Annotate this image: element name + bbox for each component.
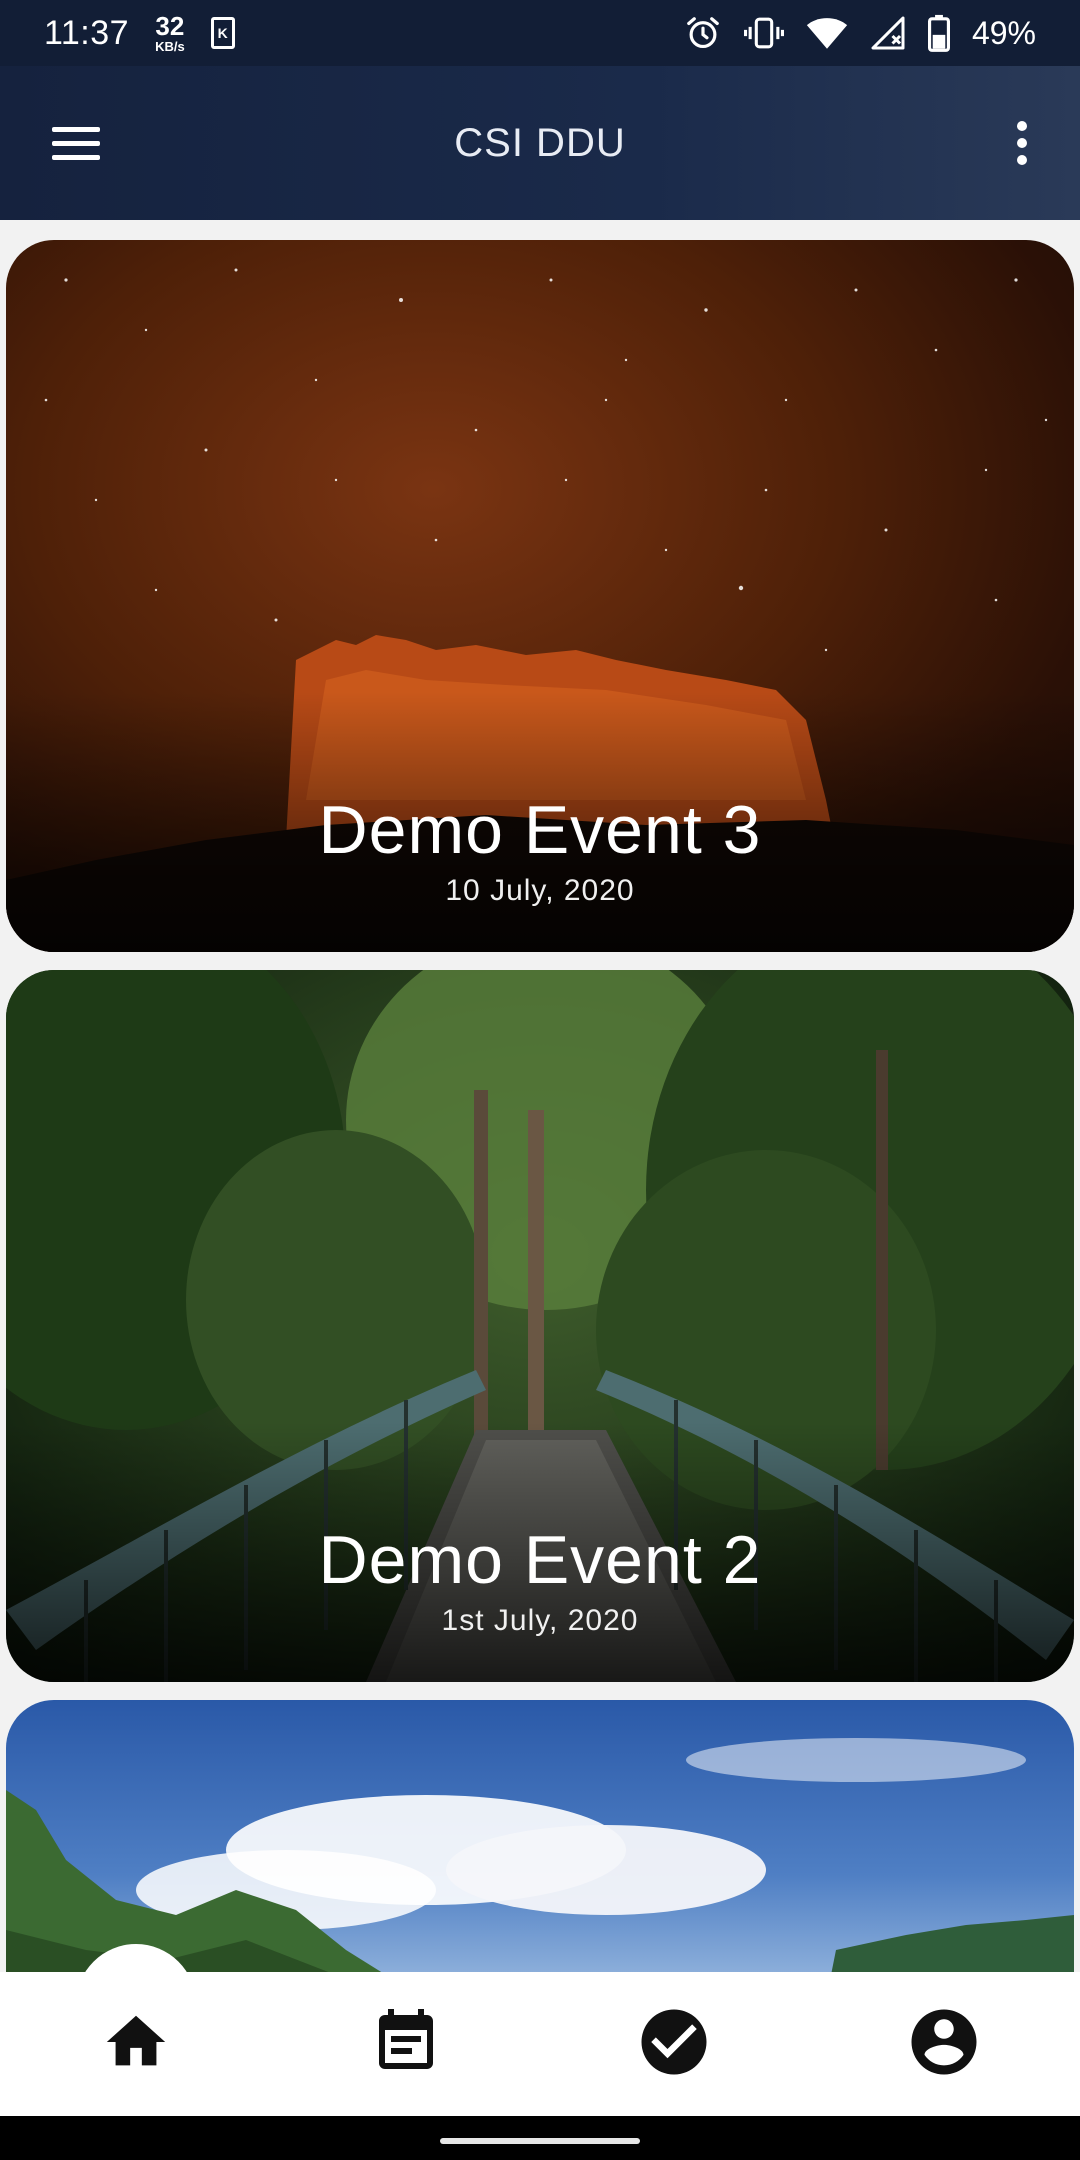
event-note-icon [370,2006,442,2083]
menu-line [52,154,100,160]
bottom-navigation [0,1944,1080,2116]
network-speed-value: 32 [155,11,185,41]
check-circle-icon [635,2003,713,2086]
home-gesture-handle[interactable] [440,2138,640,2144]
status-bar: 11:37 32 KB/s K 49% [0,0,1080,66]
event-date: 10 July, 2020 [445,874,635,907]
event-caption: Demo Event 3 10 July, 2020 [6,793,1074,908]
network-speed: 32 KB/s [155,13,185,53]
nav-home[interactable] [66,1972,206,2116]
event-feed[interactable]: Demo Event 3 10 July, 2020 Demo Event 2 … [0,220,1080,1972]
event-card[interactable]: Demo Event 2 1st July, 2020 [6,970,1074,1682]
event-title: Demo Event 2 [318,1522,762,1599]
battery-percent: 49% [971,14,1036,51]
overflow-dot [1017,155,1027,165]
account-circle-icon [905,2003,983,2086]
event-image-mountains [6,1738,1074,1972]
k-icon: K [210,17,235,49]
event-date: 1st July, 2020 [441,1604,639,1637]
battery-icon [927,14,950,52]
nav-tasks[interactable] [604,1972,744,2116]
menu-line [52,140,100,146]
signal-no-data-icon [870,15,906,51]
event-card[interactable]: Demo Event 3 10 July, 2020 [6,240,1074,952]
status-icons: 49% [684,14,1036,52]
status-time: 11:37 [44,13,130,52]
overflow-dot [1017,138,1027,148]
hamburger-menu-icon[interactable] [40,107,112,179]
event-card[interactable] [6,1700,1074,1972]
system-navigation-bar [0,2116,1080,2160]
wifi-icon [806,15,848,51]
alarm-icon [684,14,722,52]
app-bar: CSI DDU [0,66,1080,220]
vibrate-icon [743,14,784,52]
overflow-dot [1017,121,1027,131]
event-caption: Demo Event 2 1st July, 2020 [6,1523,1074,1638]
app-screen: 11:37 32 KB/s K 49% CSI DDU Demo Event 3… [0,0,1080,2160]
app-title: CSI DDU [454,120,626,165]
nav-profile[interactable] [874,1972,1014,2116]
home-icon [101,2007,171,2082]
network-speed-unit: KB/s [155,39,185,54]
nav-events[interactable] [336,1972,476,2116]
menu-line [52,126,100,132]
more-vertical-icon[interactable] [992,107,1052,179]
event-title: Demo Event 3 [318,792,762,869]
